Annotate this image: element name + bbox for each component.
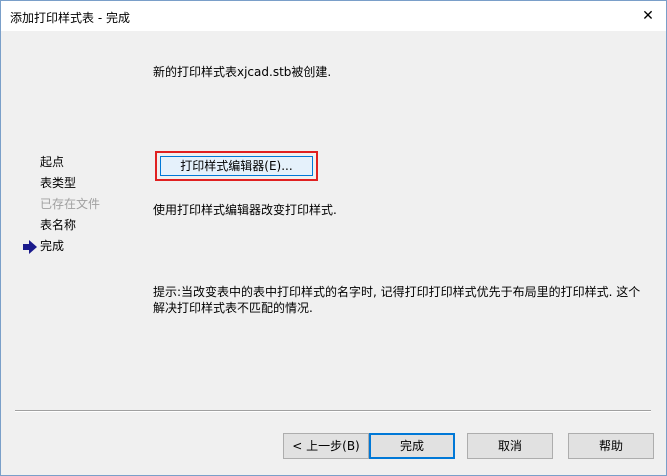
cancel-button[interactable]: 取消 bbox=[467, 433, 553, 459]
editor-button-highlight: 打印样式编辑器(E)... bbox=[155, 151, 318, 181]
print-style-editor-button[interactable]: 打印样式编辑器(E)... bbox=[160, 156, 313, 176]
footer-divider bbox=[15, 410, 651, 412]
step-existing-file: 已存在文件 bbox=[40, 197, 101, 211]
step-start: 起点 bbox=[40, 155, 65, 169]
created-message: 新的打印样式表xjcad.stb被创建. bbox=[153, 65, 332, 79]
window-title: 添加打印样式表 - 完成 bbox=[10, 11, 130, 25]
finish-button[interactable]: 完成 bbox=[369, 433, 455, 459]
step-finish: 完成 bbox=[40, 239, 65, 253]
back-button[interactable]: < 上一步(B) bbox=[283, 433, 369, 459]
editor-description: 使用打印样式编辑器改变打印样式. bbox=[153, 203, 337, 217]
wizard-window: 添加打印样式表 - 完成 ✕ 新的打印样式表xjcad.stb被创建. 起点 表… bbox=[0, 0, 667, 476]
step-table-type: 表类型 bbox=[40, 176, 77, 190]
step-table-name: 表名称 bbox=[40, 218, 77, 232]
right-arrow-icon bbox=[23, 240, 37, 254]
title-bar: 添加打印样式表 - 完成 ✕ bbox=[1, 1, 666, 31]
help-button[interactable]: 帮助 bbox=[568, 433, 654, 459]
wizard-content: 新的打印样式表xjcad.stb被创建. 起点 表类型 已存在文件 表名称 完成… bbox=[1, 31, 666, 475]
close-icon[interactable]: ✕ bbox=[638, 6, 658, 26]
hint-text: 提示:当改变表中的表中打印样式的名字时, 记得打印打印样式优先于布局里的打印样式… bbox=[153, 285, 641, 315]
